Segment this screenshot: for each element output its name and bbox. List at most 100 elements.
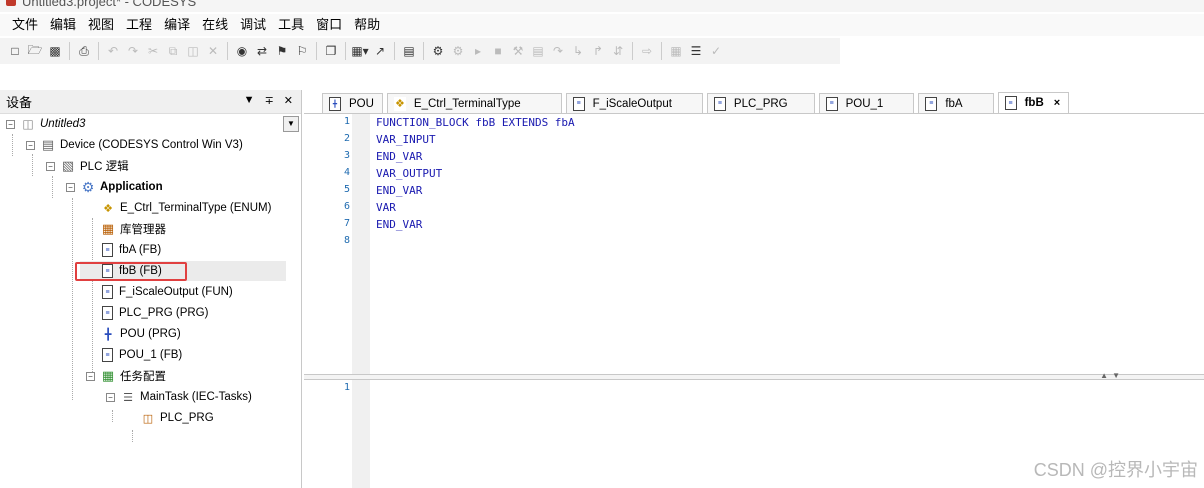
stop-icon[interactable]: ■ bbox=[489, 42, 507, 60]
tab-fbb[interactable]: ≡ fbB × bbox=[997, 92, 1070, 113]
window-title: Untitled3.project* - CODESYS bbox=[22, 0, 197, 9]
menu-file[interactable]: 文件 bbox=[6, 14, 44, 36]
menu-tools[interactable]: 工具 bbox=[272, 14, 310, 36]
tree-item-application[interactable]: − ⚙ Application bbox=[66, 177, 163, 197]
tab-label: POU_1 bbox=[845, 97, 884, 110]
checkmark-icon[interactable]: ✓ bbox=[707, 42, 725, 60]
splitter-arrows-icon[interactable]: ▲▼ bbox=[1100, 371, 1124, 380]
tree-item-pou-1[interactable]: ≡ POU_1 (FB) bbox=[100, 345, 182, 365]
declaration-editor[interactable]: 1 2 3 4 5 6 7 8 FUNCTION_BLOCK fbB EXTEN… bbox=[304, 114, 1204, 374]
tab-close-icon[interactable]: × bbox=[1054, 97, 1060, 109]
export-icon[interactable]: ↗ bbox=[371, 42, 389, 60]
print-icon[interactable]: ⎙ bbox=[75, 42, 93, 60]
build-icon[interactable]: ▤ bbox=[400, 42, 418, 60]
collapse-icon[interactable]: − bbox=[46, 161, 55, 171]
pin-icon[interactable]: ∓ bbox=[265, 94, 274, 107]
plc-logic-icon: ▧ bbox=[61, 158, 75, 173]
line-number: 7 bbox=[343, 218, 350, 229]
tree-item-plc-prg[interactable]: ≡ PLC_PRG (PRG) bbox=[100, 303, 208, 323]
tree-connector bbox=[72, 198, 73, 400]
cut-icon[interactable]: ✂ bbox=[144, 42, 162, 60]
new-icon[interactable]: □ bbox=[6, 42, 24, 60]
login-icon[interactable]: ⚙ bbox=[429, 42, 447, 60]
collapse-icon[interactable]: − bbox=[26, 140, 35, 150]
menu-build[interactable]: 编译 bbox=[158, 14, 196, 36]
line-number-gutter: 1 bbox=[304, 380, 352, 488]
tab-label: F_iScaleOutput bbox=[592, 97, 672, 110]
tab-pou-1[interactable]: ≡ POU_1 bbox=[818, 93, 915, 113]
panel-menu-icon[interactable]: ▼ bbox=[244, 94, 255, 107]
enum-icon: ❖ bbox=[393, 96, 406, 111]
tab-e-ctrl-terminaltype[interactable]: ❖ E_Ctrl_TerminalType bbox=[386, 93, 562, 113]
force-icon[interactable]: ▦ bbox=[667, 42, 685, 60]
tab-plc-prg[interactable]: ≡ PLC_PRG bbox=[706, 93, 815, 113]
menu-project[interactable]: 工程 bbox=[120, 14, 158, 36]
bookmark-next-icon[interactable]: ⚐ bbox=[293, 42, 311, 60]
tree-item-project[interactable]: − ◫ Untitled3 bbox=[6, 114, 85, 134]
tree-dropdown-button[interactable]: ▼ bbox=[283, 116, 299, 132]
undo-icon[interactable]: ↶ bbox=[104, 42, 122, 60]
fold-margin bbox=[352, 114, 370, 374]
copy-icon[interactable]: ⧉ bbox=[164, 42, 182, 60]
collapse-icon[interactable]: − bbox=[106, 392, 115, 402]
tree-item-device[interactable]: − ▤ Device (CODESYS Control Win V3) bbox=[26, 135, 243, 155]
release-icon[interactable]: ☰ bbox=[687, 42, 705, 60]
menu-help[interactable]: 帮助 bbox=[348, 14, 386, 36]
paste-icon[interactable]: ◫ bbox=[184, 42, 202, 60]
breakpoint-icon[interactable]: ▤ bbox=[529, 42, 547, 60]
code-line: END_VAR bbox=[376, 218, 423, 231]
line-number-gutter: 1 2 3 4 5 6 7 8 bbox=[304, 114, 352, 374]
tree-item-plc-logic[interactable]: − ▧ PLC 逻辑 bbox=[46, 156, 129, 176]
reset-icon[interactable]: ⚒ bbox=[509, 42, 527, 60]
menu-view[interactable]: 视图 bbox=[82, 14, 120, 36]
delete-icon[interactable]: ✕ bbox=[204, 42, 222, 60]
tree-item-library-manager[interactable]: ▦ 库管理器 bbox=[100, 219, 166, 239]
tree-item-maintask[interactable]: − ☰ MainTask (IEC-Tasks) bbox=[106, 387, 252, 407]
run-icon[interactable]: ▸ bbox=[469, 42, 487, 60]
collapse-icon[interactable]: − bbox=[86, 371, 95, 381]
tree-item-pou[interactable]: ╋ POU (PRG) bbox=[100, 324, 181, 344]
tab-f-iscaleoutput[interactable]: ≡ F_iScaleOutput bbox=[565, 93, 703, 113]
function-block-icon: ≡ bbox=[102, 243, 113, 257]
save-icon[interactable]: ▩ bbox=[46, 42, 64, 60]
line-number: 2 bbox=[343, 133, 350, 144]
menu-window[interactable]: 窗口 bbox=[310, 14, 348, 36]
function-block-icon: ≡ bbox=[102, 348, 113, 362]
tree-connector bbox=[112, 410, 113, 422]
tree-item-label: MainTask (IEC-Tasks) bbox=[140, 391, 252, 403]
tab-fba[interactable]: ≡ fbA bbox=[918, 93, 994, 113]
next-statement-icon[interactable]: ⇵ bbox=[609, 42, 627, 60]
replace-icon[interactable]: ⇄ bbox=[253, 42, 271, 60]
project-icon: ◫ bbox=[22, 117, 34, 131]
toolbar-area bbox=[0, 64, 1204, 90]
menu-online[interactable]: 在线 bbox=[196, 14, 234, 36]
tab-pou[interactable]: ╋ POU bbox=[322, 93, 383, 113]
collapse-icon[interactable]: − bbox=[66, 182, 75, 192]
toolbar-separator bbox=[423, 42, 424, 60]
collapse-icon[interactable]: − bbox=[6, 119, 15, 129]
step-over-icon[interactable]: ↷ bbox=[549, 42, 567, 60]
window-icon[interactable]: ❐ bbox=[322, 42, 340, 60]
find-icon[interactable]: ◉ bbox=[233, 42, 251, 60]
write-icon[interactable]: ⇨ bbox=[638, 42, 656, 60]
bookmark-icon[interactable]: ⚑ bbox=[273, 42, 291, 60]
open-icon[interactable]: 🗁 bbox=[26, 42, 44, 60]
doc-icon: ≡ bbox=[713, 96, 726, 111]
step-into-icon[interactable]: ↳ bbox=[569, 42, 587, 60]
tree-item-enum[interactable]: ❖ E_Ctrl_TerminalType (ENUM) bbox=[100, 198, 271, 218]
menu-debug[interactable]: 调试 bbox=[234, 14, 272, 36]
line-number: 3 bbox=[343, 150, 350, 161]
tab-label: fbA bbox=[945, 97, 963, 110]
code-line: FUNCTION_BLOCK fbB EXTENDS fbA bbox=[376, 116, 575, 129]
logout-icon[interactable]: ⚙ bbox=[449, 42, 467, 60]
close-icon[interactable]: ✕ bbox=[284, 94, 293, 107]
step-out-icon[interactable]: ↱ bbox=[589, 42, 607, 60]
tree-item-task-config[interactable]: − ▦ 任务配置 bbox=[86, 366, 166, 386]
tree-item-task-plc-prg[interactable]: ◫ PLC_PRG bbox=[140, 408, 214, 428]
tree-item-label: POU_1 (FB) bbox=[119, 349, 183, 361]
tree-item-f-iscaleoutput[interactable]: ≡ F_iScaleOutput (FUN) bbox=[100, 282, 233, 302]
view-dropdown-icon[interactable]: ▦▾ bbox=[351, 42, 369, 60]
menu-edit[interactable]: 编辑 bbox=[44, 14, 82, 36]
tree-item-fba[interactable]: ≡ fbA (FB) bbox=[100, 240, 161, 260]
redo-icon[interactable]: ↷ bbox=[124, 42, 142, 60]
